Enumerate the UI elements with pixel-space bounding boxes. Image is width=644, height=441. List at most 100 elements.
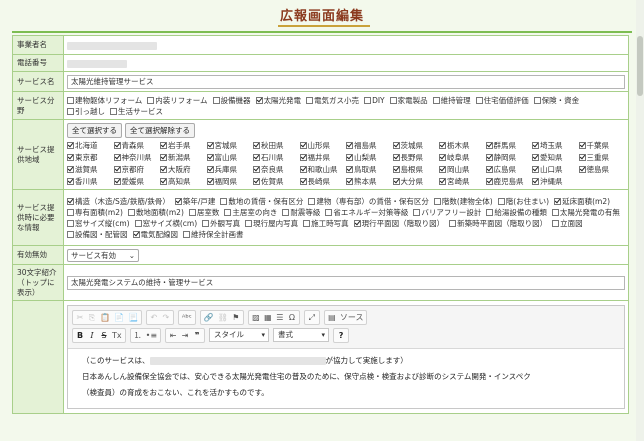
checked-box-icon[interactable] <box>532 177 539 185</box>
horizontal-rule-icon[interactable]: ☰ <box>274 311 286 324</box>
checked-box-icon[interactable] <box>253 177 260 185</box>
required-info-checkbox[interactable]: 敷地の賃借・保有区分 <box>220 196 303 207</box>
checkbox-icon[interactable] <box>552 219 560 227</box>
prefecture-checkbox[interactable]: 島根県 <box>392 164 440 175</box>
required-info-checkbox[interactable]: 新築時平面図（階取り図） <box>449 218 547 229</box>
checked-box-icon[interactable] <box>160 177 167 185</box>
checkbox-icon[interactable] <box>67 219 74 227</box>
checked-box-icon[interactable] <box>485 141 493 149</box>
prefecture-checkbox[interactable]: 秋田県 <box>253 140 300 151</box>
prefecture-checkbox[interactable]: 北海道 <box>67 140 114 151</box>
prefecture-checkbox[interactable]: 埼玉県 <box>532 140 579 151</box>
checked-box-icon[interactable] <box>206 141 214 149</box>
required-info-checkbox[interactable]: 建物（専有部）の賃借・保有区分 <box>308 196 429 207</box>
checkbox-icon[interactable] <box>202 219 210 227</box>
prefecture-checkbox[interactable]: 長野県 <box>392 152 440 163</box>
scrollbar-thumb[interactable] <box>637 36 643 96</box>
required-info-checkbox[interactable]: 専有面積(m2) <box>67 207 123 218</box>
source-button[interactable]: ソース <box>338 311 366 324</box>
format-select[interactable]: 書式 ▾ <box>273 328 330 342</box>
category-checkbox[interactable]: 太陽光発電 <box>255 95 301 106</box>
bold-icon[interactable]: B <box>74 329 86 342</box>
checkbox-icon[interactable] <box>282 208 290 216</box>
prefecture-checkbox[interactable]: 新潟県 <box>160 152 207 163</box>
checkbox-icon[interactable] <box>183 230 190 238</box>
prefecture-checkbox[interactable]: 福井県 <box>299 152 347 163</box>
link-icon[interactable]: 🔗 <box>202 311 216 324</box>
checkbox-icon[interactable] <box>389 96 397 104</box>
category-checkbox[interactable]: 維持管理 <box>432 95 471 106</box>
prefecture-checkbox[interactable]: 群馬県 <box>485 140 533 151</box>
checkbox-icon[interactable] <box>212 96 220 104</box>
checkbox-icon[interactable] <box>449 219 457 227</box>
checked-box-icon[interactable] <box>299 141 307 149</box>
required-info-checkbox[interactable]: 構造（木造/S造/鉄筋/鉄骨） <box>67 196 170 207</box>
image-icon[interactable]: ▨ <box>250 311 262 324</box>
checked-box-icon[interactable] <box>353 219 361 227</box>
checked-box-icon[interactable] <box>346 177 353 185</box>
style-select[interactable]: スタイル ▾ <box>209 328 270 342</box>
checkbox-icon[interactable] <box>533 96 541 104</box>
italic-icon[interactable]: I <box>86 329 98 342</box>
required-info-checkbox[interactable]: 省エネルギー対策等級 <box>325 207 408 218</box>
checked-box-icon[interactable] <box>532 153 539 161</box>
checked-box-icon[interactable] <box>578 165 586 173</box>
required-info-checkbox[interactable]: 維持保全計画書 <box>183 229 244 240</box>
prefecture-checkbox[interactable]: 山口県 <box>532 164 579 175</box>
enabled-select[interactable]: サービス有効 ⌄ <box>67 248 139 262</box>
copy-icon[interactable]: ⎘ <box>86 311 98 324</box>
redo-icon[interactable]: ↷ <box>160 311 172 324</box>
required-info-checkbox[interactable]: 施工時写真 <box>303 218 349 229</box>
checked-box-icon[interactable] <box>439 153 446 161</box>
checked-box-icon[interactable] <box>392 177 400 185</box>
spellcheck-icon[interactable]: ᴬᵇᶜ <box>180 311 194 324</box>
checked-box-icon[interactable] <box>346 153 353 161</box>
numbered-list-icon[interactable]: ⒈ <box>132 329 144 342</box>
checkbox-icon[interactable] <box>127 208 135 216</box>
category-checkbox[interactable]: 設備機器 <box>212 95 251 106</box>
prefecture-checkbox[interactable]: 佐賀県 <box>253 176 300 187</box>
prefecture-checkbox[interactable]: 熊本県 <box>346 176 393 187</box>
required-info-checkbox[interactable]: 給湯設備の種類 <box>486 207 547 218</box>
checked-box-icon[interactable] <box>160 141 167 149</box>
checked-box-icon[interactable] <box>578 141 586 149</box>
checked-box-icon[interactable] <box>439 165 446 173</box>
prefecture-checkbox[interactable]: 滋賀県 <box>67 164 114 175</box>
checkbox-icon[interactable] <box>413 208 421 216</box>
maximize-icon[interactable]: ⤢ <box>306 311 318 324</box>
checkbox-icon[interactable] <box>433 197 441 205</box>
checked-box-icon[interactable] <box>485 165 493 173</box>
table-icon[interactable]: ▦ <box>262 311 274 324</box>
checked-box-icon[interactable] <box>206 153 214 161</box>
prefecture-checkbox[interactable]: 大阪府 <box>160 164 207 175</box>
checked-box-icon[interactable] <box>113 177 121 185</box>
prefecture-checkbox[interactable]: 千葉県 <box>578 140 626 151</box>
checkbox-icon[interactable] <box>67 96 74 104</box>
prefecture-checkbox[interactable]: 大分県 <box>392 176 440 187</box>
prefecture-checkbox[interactable]: 長崎県 <box>299 176 347 187</box>
prefecture-checkbox[interactable]: 石川県 <box>253 152 300 163</box>
checkbox-icon[interactable] <box>486 208 494 216</box>
checked-box-icon[interactable] <box>346 165 353 173</box>
prefecture-checkbox[interactable]: 和歌山県 <box>299 164 347 175</box>
category-checkbox[interactable]: 電気ガス小売 <box>306 95 359 106</box>
prefecture-checkbox[interactable]: 山梨県 <box>346 152 393 163</box>
category-checkbox[interactable]: 引っ越し <box>67 106 105 117</box>
required-info-checkbox[interactable]: 階数(建物全体) <box>433 196 493 207</box>
select-all-button[interactable]: 全て選択する <box>67 122 122 138</box>
checked-box-icon[interactable] <box>532 141 539 149</box>
prefecture-checkbox[interactable]: 徳島県 <box>578 164 626 175</box>
checkbox-icon[interactable] <box>325 208 333 216</box>
prefecture-checkbox[interactable]: 岡山県 <box>439 164 486 175</box>
required-info-checkbox[interactable]: 居室数 <box>188 207 219 218</box>
prefecture-checkbox[interactable]: 茨城県 <box>392 140 440 151</box>
category-checkbox[interactable]: 保険・資金 <box>533 95 579 106</box>
checkbox-icon[interactable] <box>220 197 228 205</box>
checked-box-icon[interactable] <box>206 177 214 185</box>
checkbox-icon[interactable] <box>110 107 117 115</box>
checked-box-icon[interactable] <box>113 153 121 161</box>
required-info-checkbox[interactable]: 窓サイズ横(cm) <box>134 218 197 229</box>
category-checkbox[interactable]: 生活サービス <box>110 106 163 117</box>
prefecture-checkbox[interactable]: 京都府 <box>113 164 161 175</box>
required-info-checkbox[interactable]: 外観写真 <box>202 218 240 229</box>
